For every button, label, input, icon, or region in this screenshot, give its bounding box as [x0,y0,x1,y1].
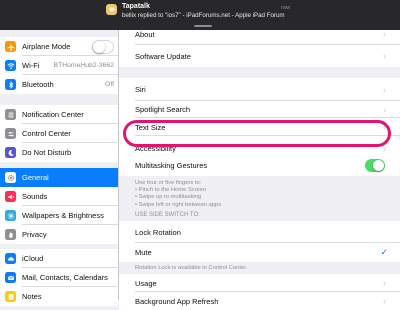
sidebar-item-label: iCloud [22,254,118,263]
mute-row[interactable]: Mute ✓ [119,243,400,262]
chevron-right-icon: › [380,51,389,61]
footer-line: Use four or five fingers to: [135,180,221,187]
notification-grabber[interactable] [194,25,212,27]
footer-line: • Swipe up to multitasking [135,194,221,201]
usage-row[interactable]: Usage › [119,274,400,292]
notification-center-icon [5,109,16,120]
row-label: Background App Refresh [135,297,380,306]
sidebar-item-general[interactable]: General [0,168,118,187]
sidebar-item-label: Notification Center [22,110,118,119]
row-label: Software Update [135,52,380,61]
sidebar-item-notification-center[interactable]: Notification Center [0,105,118,124]
sidebar-item-label: Do Not Disturb [22,148,118,157]
multitasking-gestures-row: Multitasking Gestures [119,154,400,176]
airplane-icon [5,41,16,52]
chevron-right-icon: › [380,278,389,288]
notification-time: now [281,5,290,11]
lock-rotation-row[interactable]: Lock Rotation [119,221,400,243]
sidebar-item-icloud[interactable]: iCloud [0,249,118,268]
sidebar-group-notifications: Notification Center Control Center Do No… [0,105,118,162]
moon-icon [5,147,16,158]
notification-message: bellix replied to "ios7" - iPadForums.ne… [122,12,285,19]
multitasking-footer: Use four or five fingers to: • Pinch to … [135,180,221,209]
tapatalk-icon [106,4,117,15]
sidebar-item-notes[interactable]: Notes [0,287,118,306]
sidebar-item-wifi[interactable]: Wi-Fi BTHomeHub2-3662 [0,56,118,75]
row-label: About [135,30,380,39]
side-switch-header: USE SIDE SWITCH TO: [135,212,200,218]
bluetooth-status-value: Off [105,81,114,88]
sidebar-group-accounts: iCloud Mail, Contacts, Calendars Notes [0,249,118,306]
sidebar-group-general: General Sounds Wallpapers & Brightness P… [0,168,118,244]
row-label: Mute [135,248,380,257]
sidebar-item-label: General [22,173,118,182]
sidebar-item-label: Airplane Mode [22,42,92,51]
notes-icon [5,291,16,302]
row-label: Spotlight Search [135,105,380,114]
spotlight-search-row[interactable]: Spotlight Search › [119,101,400,118]
settings-sidebar: Airplane Mode Wi-Fi BTHomeHub2-3662 Blue… [0,0,119,300]
sidebar-item-label: Mail, Contacts, Calendars [22,273,118,282]
background-app-refresh-row[interactable]: Background App Refresh › [119,292,400,310]
sidebar-item-airplane-mode[interactable]: Airplane Mode [0,37,118,56]
bluetooth-icon [5,79,16,90]
sounds-icon [5,191,16,202]
sidebar-group-connectivity: Airplane Mode Wi-Fi BTHomeHub2-3662 Blue… [0,37,118,94]
row-label: Multitasking Gestures [135,161,365,170]
chevron-right-icon: › [380,29,389,39]
wifi-icon [5,60,16,71]
row-label: Siri [135,85,380,94]
gear-icon [5,172,16,183]
wifi-network-value: BTHomeHub2-3662 [54,62,114,69]
sidebar-item-label: Bluetooth [22,80,105,89]
multitasking-gestures-toggle[interactable] [365,159,385,172]
sidebar-item-wallpapers-brightness[interactable]: Wallpapers & Brightness [0,206,118,225]
sidebar-item-label: Sounds [22,192,118,201]
main-group-multitasking: Multitasking Gestures [119,154,400,176]
notification-app-name: Tapatalk [122,3,150,10]
sidebar-item-label: Wallpapers & Brightness [22,211,118,220]
airplane-mode-toggle[interactable] [92,40,114,54]
accessibility-highlight-annotation [123,120,391,147]
sidebar-item-do-not-disturb[interactable]: Do Not Disturb [0,143,118,162]
hand-icon [5,229,16,240]
footer-line: • Swipe left or right between apps [135,202,221,209]
sidebar-item-bluetooth[interactable]: Bluetooth Off [0,75,118,94]
software-update-row[interactable]: Software Update › [119,45,400,67]
control-center-icon [5,128,16,139]
row-label: Usage [135,279,380,288]
sidebar-item-label: Privacy [22,230,118,239]
chevron-right-icon: › [380,296,389,306]
sidebar-item-control-center[interactable]: Control Center [0,124,118,143]
chevron-right-icon: › [380,85,389,95]
sidebar-item-label: Control Center [22,129,118,138]
cloud-icon [5,253,16,264]
row-label: Lock Rotation [135,228,400,237]
notification-banner[interactable]: Tapatalk bellix replied to "ios7" - iPad… [0,0,400,30]
siri-row[interactable]: Siri › [119,78,400,101]
side-switch-footer: Rotation Lock is available in Control Ce… [135,265,247,272]
chevron-right-icon: › [380,105,389,115]
general-settings-panel: About › Software Update › Siri › Spotlig… [119,0,400,300]
sidebar-item-sounds[interactable]: Sounds [0,187,118,206]
checkmark-icon: ✓ [380,247,388,258]
wallpaper-icon [5,210,16,221]
mail-icon [5,272,16,283]
sidebar-item-mail-contacts-calendars[interactable]: Mail, Contacts, Calendars [0,268,118,287]
main-group-side-switch: Lock Rotation Mute ✓ [119,221,400,262]
sidebar-item-label: Wi-Fi [22,61,54,70]
sidebar-item-privacy[interactable]: Privacy [0,225,118,244]
footer-line: • Pinch to the Home Screen [135,187,221,194]
main-group-usage: Usage › Background App Refresh › [119,274,400,310]
